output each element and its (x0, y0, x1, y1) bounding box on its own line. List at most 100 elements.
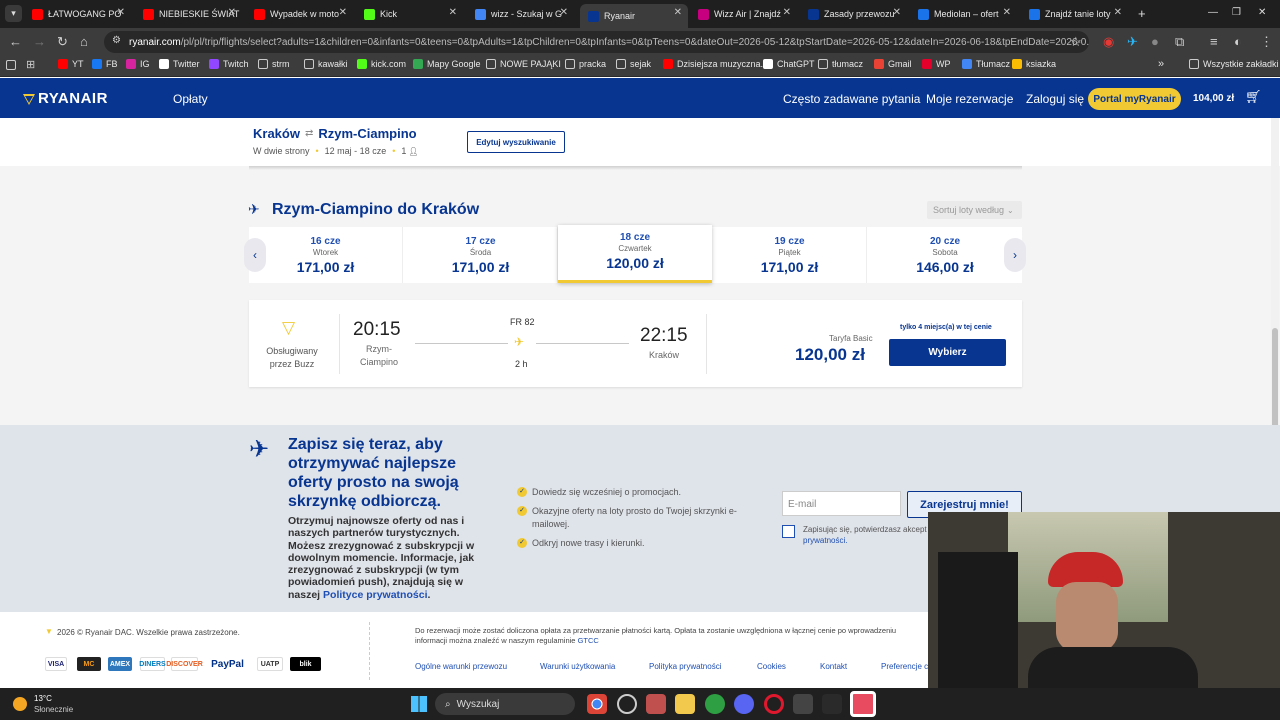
close-tab-icon[interactable]: ✕ (674, 7, 682, 18)
media-playlist-icon[interactable]: ≡ (1210, 33, 1218, 51)
site-info-icon[interactable]: ⚙ (112, 35, 121, 46)
bookmark-item[interactable]: kick.com (357, 59, 406, 69)
date-tab-1[interactable]: 16 cze Wtorek 171,00 zł (249, 227, 403, 283)
date-tab-5[interactable]: 20 cze Sobota 146,00 zł (868, 227, 1022, 283)
close-tab-icon[interactable]: ✕ (893, 7, 901, 18)
maximize-icon[interactable]: ❐ (1232, 7, 1241, 18)
weather-temp[interactable]: 13°C (34, 694, 52, 703)
apps-grid-icon[interactable]: ⊞ (26, 58, 35, 71)
windows-start-icon[interactable] (411, 696, 427, 712)
bookmark-item[interactable]: sejak (616, 59, 651, 69)
app-photo-icon[interactable] (646, 694, 666, 714)
nav-fares-link[interactable]: Opłaty (173, 92, 208, 106)
date-tab-4[interactable]: 19 cze Piątek 171,00 zł (713, 227, 867, 283)
carousel-next-button[interactable]: › (1004, 238, 1026, 272)
steam-icon[interactable] (822, 694, 842, 714)
footer-link[interactable]: Ogólne warunki przewozu (415, 662, 507, 671)
home-icon[interactable]: ⌂ (80, 33, 88, 51)
profile-avatar-icon[interactable]: ◐ (1234, 33, 1242, 51)
footer-link[interactable]: Preferencje c (881, 662, 928, 671)
file-explorer-icon[interactable] (675, 694, 695, 714)
browser-tab[interactable]: Ryanair ✕ (580, 4, 688, 28)
extension-record-icon[interactable]: ◉ (1103, 33, 1114, 51)
browser-tab[interactable]: Wizz Air | Znajdź ✕ (690, 4, 797, 24)
bookmark-item[interactable]: YT (58, 59, 84, 69)
bookmark-star-icon[interactable]: ☆ (1070, 33, 1082, 51)
carousel-prev-button[interactable]: ‹ (244, 238, 266, 272)
browser-tab[interactable]: NIEBIESKIE ŚWIAT ✕ (135, 4, 242, 24)
bookmark-item[interactable]: WP (922, 59, 951, 69)
edit-search-button[interactable]: Edytuj wyszukiwanie (467, 131, 565, 153)
opera-gx-icon[interactable] (617, 694, 637, 714)
address-bar[interactable]: ⚙ ryanair.com/pl/pl/trip/flights/select?… (104, 31, 1089, 53)
browser-tab[interactable]: Kick ✕ (356, 4, 463, 24)
back-icon[interactable]: ← (9, 33, 22, 51)
bookmark-item[interactable]: Mapy Google (413, 59, 481, 69)
bookmark-item[interactable]: NOWE PAJĄKI (486, 59, 561, 69)
active-app-icon[interactable] (850, 691, 876, 717)
extension-translate-icon[interactable]: ✈ (1127, 33, 1138, 51)
select-flight-button[interactable]: Wybierz (889, 339, 1006, 366)
faq-link[interactable]: Często zadawane pytania (783, 92, 920, 106)
close-window-icon[interactable]: ✕ (1258, 7, 1266, 18)
login-link[interactable]: Zaloguj się (1026, 92, 1084, 106)
minimize-icon[interactable]: — (1208, 7, 1218, 18)
bookmarks-more-icon[interactable]: » (1158, 58, 1164, 70)
bookmark-item[interactable]: tłumacz (818, 59, 863, 69)
weather-desc[interactable]: Słonecznie (34, 705, 73, 714)
bookmark-item[interactable]: pracka (565, 59, 606, 69)
weather-sun-icon[interactable] (13, 697, 27, 711)
consent-privacy-link[interactable]: prywatności. (803, 536, 847, 545)
new-tab-button[interactable]: + (1138, 6, 1146, 21)
forward-icon[interactable]: → (33, 33, 46, 51)
email-input[interactable]: E-mail (782, 491, 901, 516)
sort-dropdown[interactable]: Sortuj loty według ⌄ (927, 201, 1022, 219)
footer-link[interactable]: Polityka prywatności (649, 662, 721, 671)
bookmark-item[interactable]: kawałki (304, 59, 348, 69)
gtcc-link[interactable]: GTCC (578, 636, 599, 645)
browser-tab[interactable]: Zasady przewozu ✕ (800, 4, 907, 24)
sidebar-toggle-icon[interactable] (6, 60, 16, 70)
bookmark-item[interactable]: Gmail (874, 59, 912, 69)
chrome-icon[interactable] (587, 694, 607, 714)
bookmark-item[interactable]: Tłumacz (962, 59, 1010, 69)
browser-tab[interactable]: Wypadek w moto ✕ (246, 4, 353, 24)
bookmark-item[interactable]: Twitter (159, 59, 200, 69)
taskbar-search-box[interactable]: ⌕ Wyszukaj (435, 693, 575, 715)
discord-icon[interactable] (734, 694, 754, 714)
my-bookings-link[interactable]: Moje rezerwacje (926, 92, 1013, 106)
footer-link[interactable]: Kontakt (820, 662, 847, 671)
portal-myryanair-button[interactable]: Portal myRyanair (1088, 88, 1181, 110)
close-tab-icon[interactable]: ✕ (1114, 7, 1122, 18)
footer-link[interactable]: Warunki użytkowania (540, 662, 615, 671)
close-tab-icon[interactable]: ✕ (560, 7, 568, 18)
close-tab-icon[interactable]: ✕ (783, 7, 791, 18)
close-tab-icon[interactable]: ✕ (228, 7, 236, 18)
close-tab-icon[interactable]: ✕ (339, 7, 347, 18)
bookmark-item[interactable]: ksiazka (1012, 59, 1056, 69)
bookmark-item[interactable]: Twitch (209, 59, 249, 69)
ryanair-logo[interactable]: RYANAIR (22, 90, 108, 107)
bookmark-item[interactable]: ChatGPT (763, 59, 815, 69)
flight-card[interactable]: ▽ Obsługiwany przez Buzz 20:15 Rzym-Ciam… (249, 300, 1022, 387)
close-tab-icon[interactable]: ✕ (449, 7, 457, 18)
consent-checkbox[interactable] (782, 525, 795, 538)
date-tab-3[interactable]: 18 cze Czwartek 120,00 zł (558, 225, 712, 283)
browser-tab[interactable]: wizz - Szukaj w G ✕ (467, 4, 574, 24)
browser-menu-icon[interactable]: ⋮ (1260, 33, 1273, 51)
close-tab-icon[interactable]: ✕ (1003, 7, 1011, 18)
bookmark-item[interactable]: Dzisiejsza muzyczna... (663, 59, 768, 69)
all-bookmarks-folder[interactable]: Wszystkie zakładki (1189, 59, 1279, 69)
bookmark-item[interactable]: FB (92, 59, 118, 69)
close-tab-icon[interactable]: ✕ (117, 7, 125, 18)
vpn-shield-icon[interactable] (705, 694, 725, 714)
browser-tab[interactable]: Mediolan – ofert ✕ (910, 4, 1017, 24)
extension-shield-icon[interactable]: ● (1151, 33, 1159, 51)
reload-icon[interactable]: ↻ (57, 33, 68, 51)
cart-icon[interactable]: 🛒︎ (1245, 89, 1262, 105)
footer-link[interactable]: Cookies (757, 662, 786, 671)
opera-icon[interactable] (764, 694, 784, 714)
browser-tab[interactable]: ŁATWOGANG PO ✕ (24, 4, 131, 24)
newsletter-privacy-link[interactable]: Polityce prywatności (323, 589, 427, 601)
bookmark-item[interactable]: strm (258, 59, 290, 69)
